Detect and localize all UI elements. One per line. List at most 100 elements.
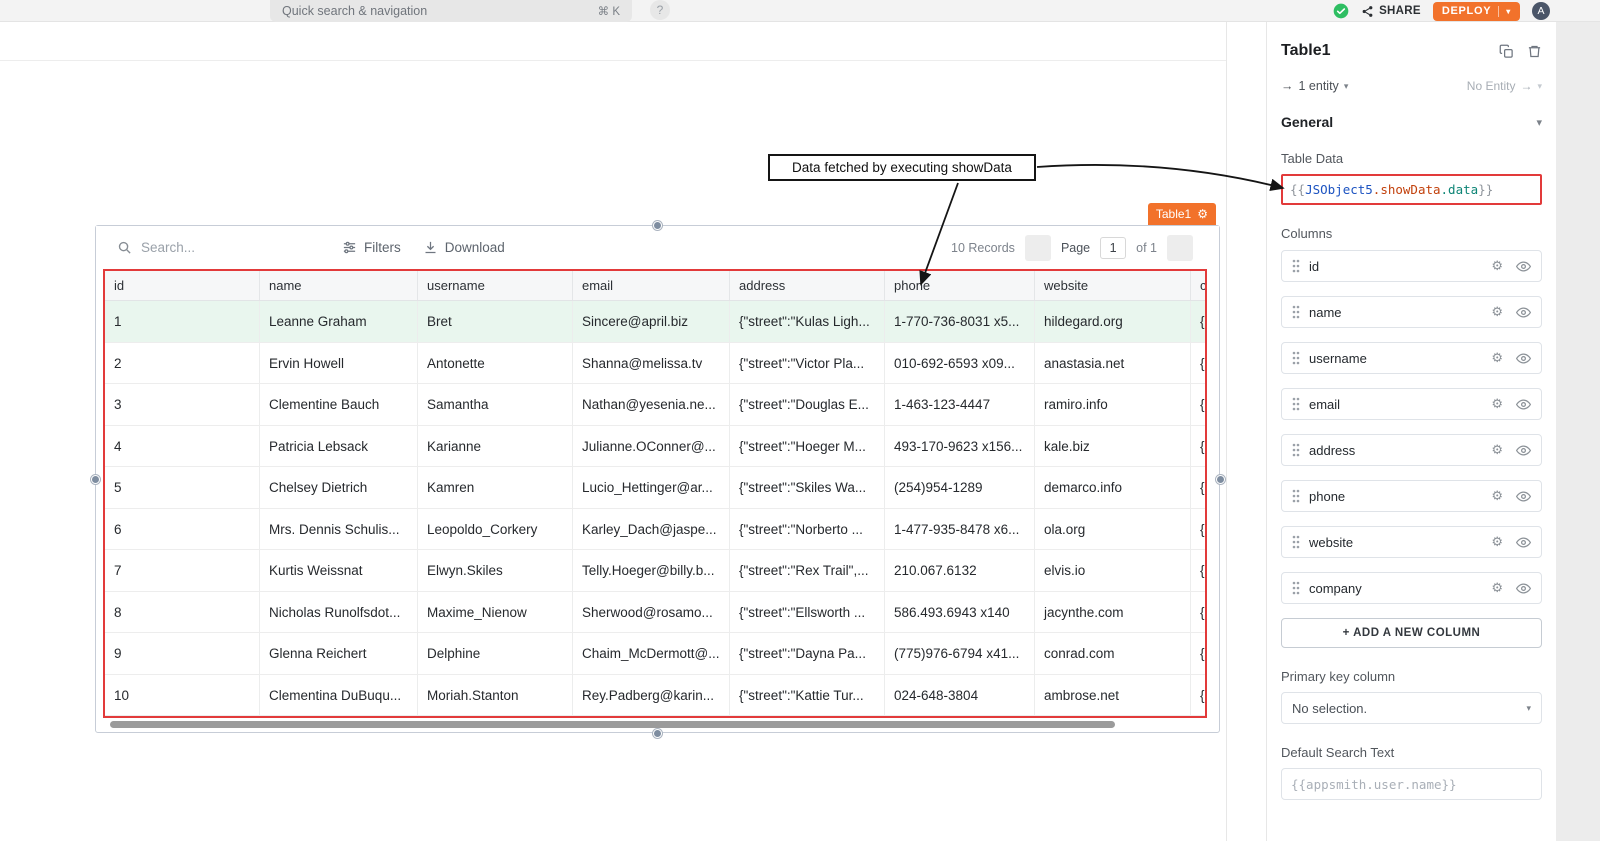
eye-icon[interactable] (1516, 259, 1531, 274)
column-header-phone[interactable]: phone (885, 271, 1035, 300)
resize-handle-top[interactable] (653, 221, 662, 230)
prev-page-button[interactable] (1025, 235, 1051, 261)
drag-handle-icon[interactable] (1292, 305, 1300, 319)
eye-icon[interactable] (1516, 581, 1531, 596)
column-item-website[interactable]: website⚙ (1281, 526, 1542, 558)
table-cell[interactable]: demarco.info (1035, 467, 1191, 508)
table-cell[interactable]: {"street":"Rex Trail",... (730, 550, 885, 591)
table-row[interactable]: 8Nicholas Runolfsdot...Maxime_NienowSher… (105, 592, 1205, 634)
table-cell[interactable]: 8 (105, 592, 260, 633)
resize-handle-right[interactable] (1216, 475, 1225, 484)
table-row[interactable]: 1Leanne GrahamBretSincere@april.biz{"str… (105, 301, 1205, 343)
table-cell[interactable]: {" (1191, 550, 1207, 591)
table-cell[interactable]: 5 (105, 467, 260, 508)
table-cell[interactable]: {"street":"Douglas E... (730, 384, 885, 425)
gear-icon[interactable]: ⚙ (1491, 260, 1503, 273)
table-cell[interactable]: 586.493.6943 x140 (885, 592, 1035, 633)
table-cell[interactable]: 1-463-123-4447 (885, 384, 1035, 425)
drag-handle-icon[interactable] (1292, 581, 1300, 595)
table-cell[interactable]: Antonette (418, 343, 573, 384)
table-cell[interactable]: Leanne Graham (260, 301, 418, 342)
drag-handle-icon[interactable] (1292, 397, 1300, 411)
table-cell[interactable]: Leopoldo_Corkery (418, 509, 573, 550)
table-row[interactable]: 9Glenna ReichertDelphineChaim_McDermott@… (105, 633, 1205, 675)
table-cell[interactable]: Mrs. Dennis Schulis... (260, 509, 418, 550)
column-item-id[interactable]: id⚙ (1281, 250, 1542, 282)
table-cell[interactable]: Chelsey Dietrich (260, 467, 418, 508)
table-cell[interactable]: {" (1191, 675, 1207, 716)
table-cell[interactable]: {" (1191, 592, 1207, 633)
table-cell[interactable]: 4 (105, 426, 260, 467)
table-cell[interactable]: {" (1191, 633, 1207, 674)
gear-icon[interactable]: ⚙ (1491, 490, 1503, 503)
table-cell[interactable]: {" (1191, 343, 1207, 384)
table-cell[interactable]: anastasia.net (1035, 343, 1191, 384)
table-cell[interactable]: {"street":"Victor Pla... (730, 343, 885, 384)
table-cell[interactable]: Elwyn.Skiles (418, 550, 573, 591)
table-cell[interactable]: Ervin Howell (260, 343, 418, 384)
table-cell[interactable]: Patricia Lebsack (260, 426, 418, 467)
table-cell[interactable]: conrad.com (1035, 633, 1191, 674)
table-cell[interactable]: Clementina DuBuqu... (260, 675, 418, 716)
table-cell[interactable]: Samantha (418, 384, 573, 425)
table-cell[interactable]: Sherwood@rosamo... (573, 592, 730, 633)
canvas[interactable]: Table1 ⚙ Search... Filter (0, 22, 1227, 841)
horizontal-scrollbar[interactable] (110, 721, 1115, 728)
table-cell[interactable]: Maxime_Nienow (418, 592, 573, 633)
copy-widget-icon[interactable] (1499, 44, 1514, 59)
table-cell[interactable]: Karianne (418, 426, 573, 467)
section-general[interactable]: General ▾ (1281, 114, 1542, 130)
table-cell[interactable]: Lucio_Hettinger@ar... (573, 467, 730, 508)
gear-icon[interactable]: ⚙ (1491, 444, 1503, 457)
table-cell[interactable]: {"street":"Kulas Ligh... (730, 301, 885, 342)
default-search-input[interactable]: {{appsmith.user.name}} (1281, 768, 1542, 800)
table-cell[interactable]: ramiro.info (1035, 384, 1191, 425)
table-row[interactable]: 5Chelsey DietrichKamrenLucio_Hettinger@a… (105, 467, 1205, 509)
gear-icon[interactable]: ⚙ (1491, 306, 1503, 319)
table-row[interactable]: 10Clementina DuBuqu...Moriah.StantonRey.… (105, 675, 1205, 717)
download-button[interactable]: Download (423, 240, 505, 255)
table-cell[interactable]: Rey.Padberg@karin... (573, 675, 730, 716)
table-row[interactable]: 6Mrs. Dennis Schulis...Leopoldo_CorkeryK… (105, 509, 1205, 551)
eye-icon[interactable] (1516, 535, 1531, 550)
add-new-column-button[interactable]: + ADD A NEW COLUMN (1281, 618, 1542, 648)
column-header-email[interactable]: email (573, 271, 730, 300)
table-cell[interactable]: Kurtis Weissnat (260, 550, 418, 591)
page-number-input[interactable]: 1 (1100, 237, 1126, 259)
drag-handle-icon[interactable] (1292, 351, 1300, 365)
connected-entities-dropdown[interactable]: → 1 entity ▾ (1281, 79, 1348, 93)
table-cell[interactable]: Nicholas Runolfsdot... (260, 592, 418, 633)
eye-icon[interactable] (1516, 489, 1531, 504)
table-cell[interactable]: {"street":"Kattie Tur... (730, 675, 885, 716)
table-cell[interactable]: {"street":"Norberto ... (730, 509, 885, 550)
table-cell[interactable]: {" (1191, 384, 1207, 425)
table-cell[interactable]: {" (1191, 301, 1207, 342)
gear-icon[interactable]: ⚙ (1491, 536, 1503, 549)
table-cell[interactable]: Delphine (418, 633, 573, 674)
table-cell[interactable]: {"street":"Skiles Wa... (730, 467, 885, 508)
drag-handle-icon[interactable] (1292, 443, 1300, 457)
eye-icon[interactable] (1516, 305, 1531, 320)
table-cell[interactable]: 210.067.6132 (885, 550, 1035, 591)
table-cell[interactable]: 7 (105, 550, 260, 591)
table-cell[interactable]: Julianne.OConner@... (573, 426, 730, 467)
column-header-address[interactable]: address (730, 271, 885, 300)
table-row[interactable]: 2Ervin HowellAntonetteShanna@melissa.tv{… (105, 343, 1205, 385)
table-cell[interactable]: Moriah.Stanton (418, 675, 573, 716)
table-cell[interactable]: 1-770-736-8031 x5... (885, 301, 1035, 342)
primary-key-select[interactable]: No selection. ▾ (1281, 692, 1542, 724)
table-cell[interactable]: (254)954-1289 (885, 467, 1035, 508)
table-cell[interactable]: ola.org (1035, 509, 1191, 550)
table-row[interactable]: 7Kurtis WeissnatElwyn.SkilesTelly.Hoeger… (105, 550, 1205, 592)
table-cell[interactable]: 2 (105, 343, 260, 384)
deploy-button[interactable]: DEPLOY ▾ (1433, 2, 1520, 21)
table-cell[interactable]: elvis.io (1035, 550, 1191, 591)
eye-icon[interactable] (1516, 443, 1531, 458)
table-row[interactable]: 3Clementine BauchSamanthaNathan@yesenia.… (105, 384, 1205, 426)
table-cell[interactable]: Karley_Dach@jaspe... (573, 509, 730, 550)
avatar[interactable]: A (1532, 2, 1550, 20)
column-item-email[interactable]: email⚙ (1281, 388, 1542, 420)
share-button[interactable]: SHARE (1361, 5, 1421, 18)
help-icon[interactable]: ? (650, 0, 670, 20)
quick-search-input[interactable]: Quick search & navigation ⌘ K (270, 0, 632, 22)
